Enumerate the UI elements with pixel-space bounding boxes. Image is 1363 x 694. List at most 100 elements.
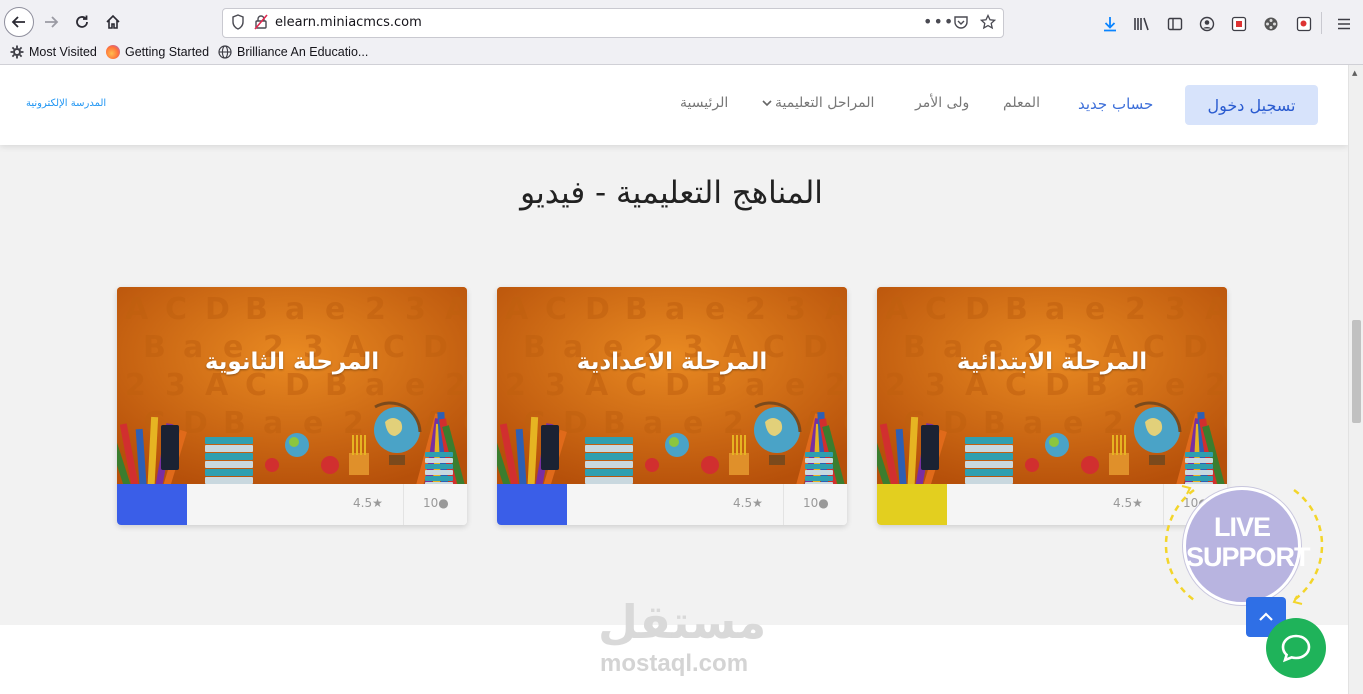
card-footer: 4.5★ 10● bbox=[117, 484, 467, 525]
card-student-count: 10● bbox=[803, 496, 829, 510]
insecure-lock-icon[interactable] bbox=[253, 14, 269, 34]
reload-icon bbox=[76, 15, 88, 28]
bookmark-brilliance[interactable]: Brilliance An Educatio... bbox=[218, 45, 368, 59]
page-scrollbar[interactable]: ▲ bbox=[1348, 65, 1363, 694]
forward-button[interactable] bbox=[36, 7, 66, 37]
bookmark-star-icon[interactable] bbox=[979, 13, 997, 34]
download-icon[interactable] bbox=[1102, 16, 1118, 36]
chat-button[interactable] bbox=[1266, 618, 1326, 678]
footer-divider bbox=[783, 484, 784, 525]
svg-text:B: B bbox=[603, 406, 626, 441]
reload-button[interactable] bbox=[67, 7, 97, 37]
live-support-line2: SUPPORT bbox=[1186, 542, 1311, 572]
back-arrow-icon bbox=[11, 16, 25, 28]
svg-text:3: 3 bbox=[1165, 292, 1186, 327]
extension-film-icon[interactable] bbox=[1263, 16, 1279, 36]
count-value: 10 bbox=[423, 496, 439, 510]
card-rating: 4.5★ bbox=[733, 496, 763, 510]
nav-home[interactable]: الرئيسية bbox=[680, 95, 728, 111]
address-bar[interactable]: elearn.miniacmcs.com ••• bbox=[222, 8, 1004, 38]
star-icon: ★ bbox=[1132, 496, 1143, 510]
nav-stages[interactable]: المراحل التعليمية bbox=[762, 95, 874, 111]
svg-text:e: e bbox=[705, 292, 725, 327]
card-accent-bar bbox=[877, 484, 947, 525]
svg-text:A: A bbox=[1205, 292, 1227, 327]
card-rating: 4.5★ bbox=[353, 496, 383, 510]
menu-hamburger-icon[interactable] bbox=[1336, 16, 1352, 36]
card-footer: 4.5★ 10● bbox=[497, 484, 847, 525]
pocket-icon[interactable] bbox=[953, 14, 969, 34]
watermark-latin: mostaql.com bbox=[600, 650, 749, 677]
extension-search-icon[interactable] bbox=[1296, 16, 1312, 36]
user-icon: ● bbox=[438, 496, 449, 510]
course-card-preparatory[interactable]: ACDBae23ABae23ACDB23ACDBae2CDBae23AC الم… bbox=[497, 287, 847, 525]
site-logo[interactable]: المدرسة الإلكترونية bbox=[26, 98, 106, 109]
svg-text:B: B bbox=[245, 292, 268, 327]
scroll-up-arrow-icon[interactable]: ▲ bbox=[1352, 69, 1357, 77]
sidebar-icon[interactable] bbox=[1167, 16, 1183, 36]
rating-value: 4.5 bbox=[353, 496, 373, 510]
card-rating: 4.5★ bbox=[1113, 496, 1143, 510]
svg-text:D: D bbox=[183, 406, 208, 441]
globe-icon bbox=[218, 45, 232, 59]
svg-text:a: a bbox=[1023, 406, 1043, 441]
register-link[interactable]: حساب جديد bbox=[1078, 95, 1153, 113]
school-supplies-illustration: ACDBae23ABae23ACDB23ACDBae2CDBae23AC bbox=[117, 287, 467, 484]
card-image: ACDBae23ABae23ACDB23ACDBae2CDBae23AC bbox=[877, 287, 1227, 484]
card-title: المرحلة الثانوية bbox=[204, 349, 380, 375]
svg-text:A: A bbox=[825, 292, 847, 327]
card-title: المرحلة الابتدائية bbox=[956, 349, 1148, 375]
bookmarks-toolbar: Most Visited Getting Started Brilliance … bbox=[0, 42, 1363, 64]
extension-shield-icon[interactable] bbox=[1231, 16, 1247, 36]
svg-text:2: 2 bbox=[365, 292, 386, 327]
svg-text:D: D bbox=[563, 406, 588, 441]
svg-text:3: 3 bbox=[785, 292, 806, 327]
shield-icon[interactable] bbox=[231, 14, 245, 34]
svg-text:C: C bbox=[463, 406, 467, 441]
svg-text:e: e bbox=[325, 292, 345, 327]
svg-text:e: e bbox=[1085, 292, 1105, 327]
svg-text:C: C bbox=[843, 406, 847, 441]
svg-text:D: D bbox=[965, 292, 990, 327]
nav-guardian[interactable]: ولى الأمر bbox=[915, 95, 969, 111]
svg-text:a: a bbox=[263, 406, 283, 441]
svg-text:a: a bbox=[665, 292, 685, 327]
home-button[interactable] bbox=[98, 7, 128, 37]
school-supplies-illustration: ACDBae23ABae23ACDB23ACDBae2CDBae23AC bbox=[497, 287, 847, 484]
svg-text:B: B bbox=[983, 406, 1006, 441]
course-card-secondary[interactable]: ACDBae23ABae23ACDB23ACDBae2CDBae23AC الم… bbox=[117, 287, 467, 525]
back-button[interactable] bbox=[4, 7, 34, 37]
svg-text:3: 3 bbox=[405, 292, 426, 327]
svg-text:A: A bbox=[445, 292, 467, 327]
browser-toolbar: elearn.miniacmcs.com ••• Most Visited Ge… bbox=[0, 0, 1363, 65]
login-button[interactable]: تسجيل دخول bbox=[1185, 85, 1318, 125]
svg-text:2: 2 bbox=[745, 292, 766, 327]
card-accent-bar bbox=[117, 484, 187, 525]
account-icon[interactable] bbox=[1199, 16, 1215, 36]
svg-text:D: D bbox=[205, 292, 230, 327]
library-icon[interactable] bbox=[1133, 16, 1151, 36]
watermark-arabic: مستقل bbox=[598, 595, 767, 649]
nav-teacher[interactable]: المعلم bbox=[1003, 95, 1040, 111]
svg-text:D: D bbox=[943, 406, 968, 441]
card-title: المرحلة الاعدادية bbox=[576, 349, 768, 375]
svg-text:B: B bbox=[1005, 292, 1028, 327]
live-support-button[interactable]: LIVE SUPPORT bbox=[1183, 487, 1311, 605]
svg-text:A: A bbox=[885, 292, 909, 327]
rating-value: 4.5 bbox=[733, 496, 753, 510]
firefox-icon bbox=[106, 45, 120, 59]
page-viewport: المدرسة الإلكترونية الرئيسية المراحل الت… bbox=[0, 65, 1348, 694]
url-text: elearn.miniacmcs.com bbox=[275, 15, 422, 30]
svg-text:C: C bbox=[1223, 406, 1227, 441]
chat-bubble-icon bbox=[1281, 634, 1311, 663]
bookmark-label: Most Visited bbox=[29, 45, 97, 59]
live-support-text: LIVE SUPPORT bbox=[1186, 512, 1311, 572]
card-image: ACDBae23ABae23ACDB23ACDBae2CDBae23AC bbox=[117, 287, 467, 484]
scrollbar-thumb[interactable] bbox=[1352, 320, 1361, 423]
card-image: ACDBae23ABae23ACDB23ACDBae2CDBae23AC bbox=[497, 287, 847, 484]
bookmark-getting-started[interactable]: Getting Started bbox=[106, 45, 209, 59]
svg-text:C: C bbox=[545, 292, 567, 327]
bookmark-most-visited[interactable]: Most Visited bbox=[10, 45, 97, 59]
more-actions-icon[interactable]: ••• bbox=[923, 12, 954, 31]
svg-text:a: a bbox=[285, 292, 305, 327]
